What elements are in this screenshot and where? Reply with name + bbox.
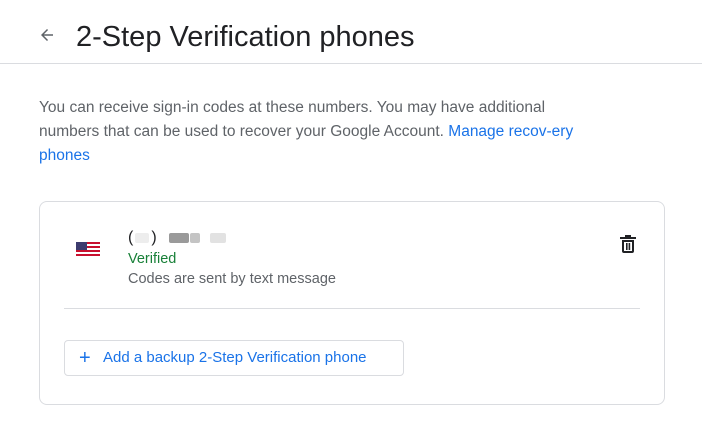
arrow-back-icon: [38, 26, 56, 49]
redacted-digits: [168, 232, 189, 243]
divider: [64, 308, 640, 309]
add-backup-phone-label: Add a backup 2-Step Verification phone: [103, 349, 367, 366]
us-flag-icon: [76, 242, 100, 256]
trash-icon: [619, 234, 637, 259]
back-button[interactable]: [36, 26, 58, 48]
phone-number-close: ): [151, 229, 157, 246]
delete-phone-button[interactable]: [617, 234, 639, 259]
page-title: 2-Step Verification phones: [76, 21, 415, 53]
description: You can receive sign-in codes at these n…: [39, 96, 599, 168]
delivery-method: Codes are sent by text message: [128, 271, 336, 287]
phone-number: (): [128, 228, 226, 248]
plus-icon: +: [79, 347, 91, 369]
add-backup-phone-button[interactable]: + Add a backup 2-Step Verification phone: [64, 340, 404, 376]
redacted-digits: [135, 232, 150, 243]
redacted-digits: [209, 232, 226, 243]
redacted-digits: [189, 232, 200, 243]
page-header: 2-Step Verification phones: [0, 0, 702, 64]
verified-status: Verified: [128, 251, 177, 267]
phone-number-open: (: [128, 229, 134, 246]
phones-card: () Verified Codes are sent by text messa…: [39, 201, 665, 405]
